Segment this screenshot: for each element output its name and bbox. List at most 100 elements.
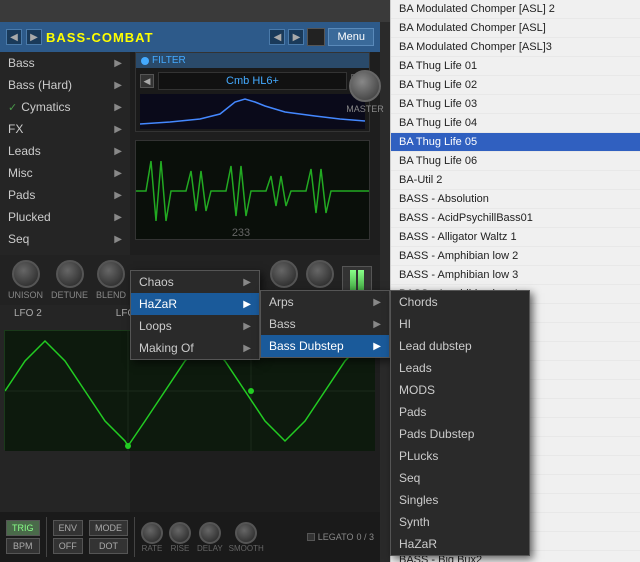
rise-label: RISE (171, 544, 190, 553)
list-item[interactable]: BA Thug Life 06 (391, 152, 640, 171)
arrow-icon: ▶ (114, 146, 122, 157)
submenu-arps[interactable]: Arps ▶ (261, 291, 389, 313)
menu-item-cymatics[interactable]: ✓ Cymatics ▶ (0, 96, 130, 118)
delay-label: DELAY (197, 544, 223, 553)
unison-knob[interactable] (12, 260, 40, 288)
submenu-pads[interactable]: Pads (391, 401, 529, 423)
list-item[interactable]: BASS - AcidPsychillBass01 (391, 209, 640, 228)
menu-item-misc[interactable]: Misc ▶ (0, 162, 130, 184)
submenu-lead-dubstep[interactable]: Lead dubstep (391, 335, 529, 357)
arrow-icon: ▶ (243, 277, 251, 288)
seq-label: Seq (8, 232, 29, 246)
off-button[interactable]: OFF (53, 538, 84, 554)
filter-prev-btn[interactable]: ◀ (140, 74, 154, 88)
left-panel: Bass ▶ Bass (Hard) ▶ ✓ Cymatics ▶ FX ▶ L… (0, 52, 130, 562)
filter-label: FILTER (152, 55, 186, 66)
smooth-label: SMOOTH (229, 544, 264, 553)
submenu-plucks[interactable]: PLucks (391, 445, 529, 467)
dot-button[interactable]: DOT (89, 538, 128, 554)
list-item[interactable]: BA Modulated Chomper [ASL] 2 (391, 0, 640, 19)
list-item[interactable]: BA Thug Life 01 (391, 57, 640, 76)
trig-button[interactable]: TRIG (6, 520, 40, 536)
menu-item-seq[interactable]: Seq ▶ (0, 228, 130, 250)
nav-right-btn[interactable]: ▶ (26, 29, 42, 45)
submenu-chords[interactable]: Chords (391, 291, 529, 313)
synth-btn-1[interactable]: ◀ (269, 29, 285, 45)
menu-button[interactable]: Menu (328, 28, 374, 46)
filter-section: FILTER ◀ Cmb HL6+ ▶ (135, 52, 370, 132)
unison-label: UNISON (8, 290, 43, 300)
list-item[interactable]: BASS - Amphibian low 3 (391, 266, 640, 285)
bass-sub-label: Bass (269, 317, 296, 331)
filter-value: Cmb HL6+ (158, 72, 347, 90)
arrow-icon: ▶ (114, 80, 122, 91)
arrow-icon: ▶ (114, 124, 122, 135)
bass-label: Bass (8, 56, 35, 70)
list-item[interactable]: BASS - Absolution (391, 190, 640, 209)
synth-header: ◀ ▶ BASS-COMBAT ◀ ▶ Menu (0, 22, 380, 52)
list-item[interactable]: BA Modulated Chomper [ASL] (391, 19, 640, 38)
submenu-hazar-sub[interactable]: HaZaR (391, 533, 529, 555)
bottom-bar: TRIG BPM ENV OFF MODE DOT RATE RISE DELA… (0, 512, 380, 562)
menu-item-bass-hard[interactable]: Bass (Hard) ▶ (0, 74, 130, 96)
pads-sub-label: Pads (399, 405, 426, 419)
list-item[interactable]: BA Modulated Chomper [ASL]3 (391, 38, 640, 57)
list-item[interactable]: BA Thug Life 04 (391, 114, 640, 133)
submenu-mods[interactable]: MODS (391, 379, 529, 401)
rise-knob[interactable] (169, 522, 191, 544)
submenu-hazar[interactable]: HaZaR ▶ (131, 293, 259, 315)
submenu-leads[interactable]: Leads (391, 357, 529, 379)
seq-sub-label: Seq (399, 471, 420, 485)
arrow-icon: ▶ (243, 299, 251, 310)
submenu-pads-dubstep[interactable]: Pads Dubstep (391, 423, 529, 445)
submenu-bass[interactable]: Bass ▶ (261, 313, 389, 335)
blend-knob[interactable] (97, 260, 125, 288)
mode-button[interactable]: MODE (89, 520, 128, 536)
nav-left-btn[interactable]: ◀ (6, 29, 22, 45)
menu-item-bass[interactable]: Bass ▶ (0, 52, 130, 74)
arrow-icon: ▶ (114, 102, 122, 113)
submenu-chaos[interactable]: Chaos ▶ (131, 271, 259, 293)
smooth-knob[interactable] (235, 522, 257, 544)
blend-label: BLEND (96, 290, 126, 300)
bpm-button[interactable]: BPM (6, 538, 40, 554)
menu-item-leads[interactable]: Leads ▶ (0, 140, 130, 162)
list-item[interactable]: BA Thug Life 03 (391, 95, 640, 114)
submenu-synth[interactable]: Synth (391, 511, 529, 533)
menu-item-fx[interactable]: FX ▶ (0, 118, 130, 140)
submenu-bass-dubstep-items: Chords HI Lead dubstep Leads MODS Pads P… (390, 290, 530, 556)
level-knob[interactable] (306, 260, 334, 288)
menu-item-plucked[interactable]: Plucked ▶ (0, 206, 130, 228)
arrow-icon: ▶ (243, 321, 251, 332)
list-item[interactable]: BASS - Alligator Waltz 1 (391, 228, 640, 247)
mods-label: MODS (399, 383, 435, 397)
master-knob[interactable] (349, 70, 381, 102)
submenu-hi[interactable]: HI (391, 313, 529, 335)
legato-label: LEGATO (318, 532, 354, 542)
submenu-seq[interactable]: Seq (391, 467, 529, 489)
detune-knob[interactable] (56, 260, 84, 288)
submenu-loops[interactable]: Loops ▶ (131, 315, 259, 337)
arrow-icon: ▶ (114, 190, 122, 201)
list-item[interactable]: BASS - Amphibian low 2 (391, 247, 640, 266)
master-label: MASTER (346, 104, 384, 114)
rate-knob[interactable] (141, 522, 163, 544)
env-button[interactable]: ENV (53, 520, 84, 536)
submenu-bass-dubstep[interactable]: Bass Dubstep ▶ (261, 335, 389, 357)
singles-label: Singles (399, 493, 438, 507)
submenu-singles[interactable]: Singles (391, 489, 529, 511)
synth-icon-1[interactable] (307, 28, 325, 46)
synth-btn-2[interactable]: ▶ (288, 29, 304, 45)
detune-label: DETUNE (51, 290, 88, 300)
list-item[interactable]: BA-Util 2 (391, 171, 640, 190)
pan-knob[interactable] (270, 260, 298, 288)
submenu-making-of[interactable]: Making Of ▶ (131, 337, 259, 359)
list-item[interactable]: BA Thug Life 02 (391, 76, 640, 95)
menu-item-pads[interactable]: Pads ▶ (0, 184, 130, 206)
delay-knob[interactable] (199, 522, 221, 544)
list-item[interactable]: BA Thug Life 05 (391, 133, 640, 152)
legato-dot (307, 533, 315, 541)
filter-graph (140, 94, 365, 129)
plucked-label: Plucked (8, 210, 51, 224)
arrow-icon: ▶ (373, 297, 381, 308)
